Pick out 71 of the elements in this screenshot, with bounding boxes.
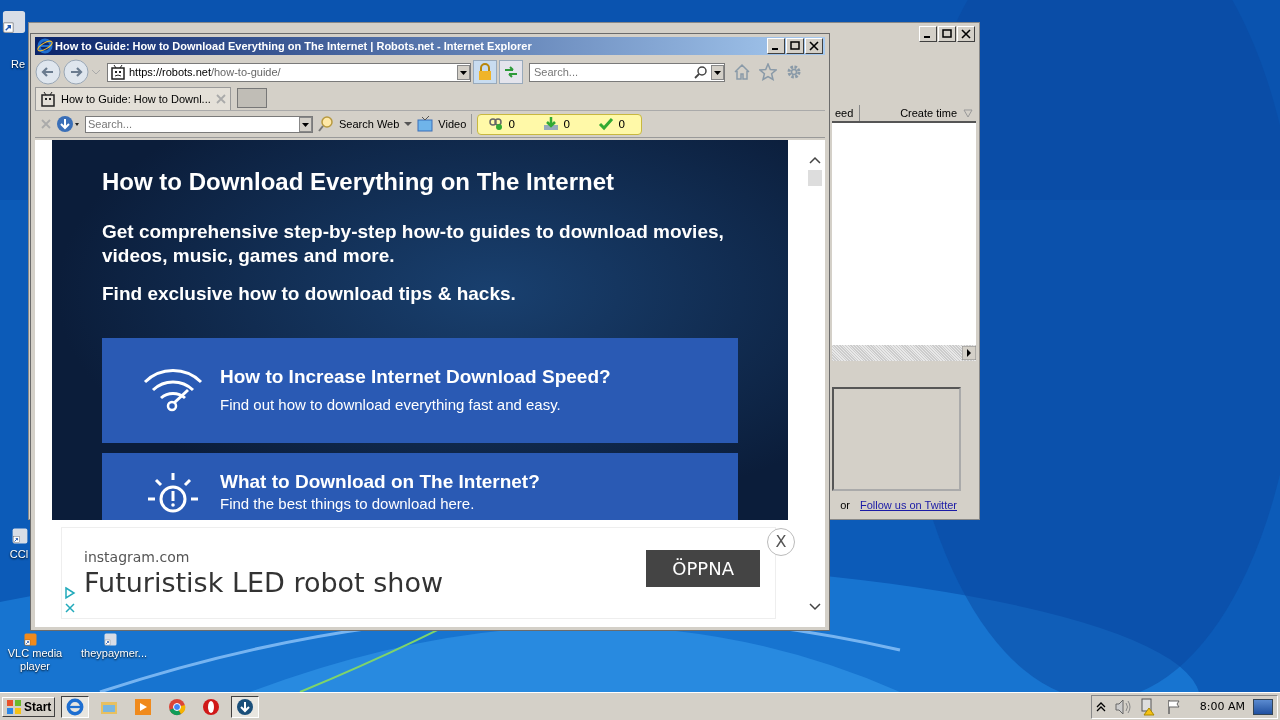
desktop-icon-label[interactable]: VLC media player [4,647,66,673]
ad-headline: Futuristisk LED robot show [84,566,444,598]
browser-logo-icon [37,38,53,54]
column-header[interactable]: Create time [900,107,957,119]
twitter-link[interactable]: Follow us on Twitter [860,499,957,511]
flag-icon[interactable] [1165,698,1182,715]
wifi-gauge-icon [142,366,204,412]
desktop-icon-label[interactable]: Re [8,58,28,71]
opera-icon [202,697,221,716]
ad-domain: instagram.com [84,548,191,565]
browser-icon [66,697,85,716]
counter: 0 [563,117,571,131]
guide-card[interactable]: How to Increase Internet Download Speed? Find out how to download everything fast and easy. [102,338,738,443]
maximize-icon[interactable] [786,38,804,54]
scroll-thumb[interactable] [808,170,822,186]
video-button[interactable]: Video [438,118,467,130]
scroll-up-icon[interactable] [809,156,821,164]
desktop-icon-label[interactable]: CCl [8,548,30,561]
scroll-right-icon[interactable] [962,346,976,360]
open-button[interactable]: ÖPPNA [646,549,760,587]
counter: 0 [508,117,516,131]
window-title: How to Guide: How to Download Everything on The Internet | Robots.net - Internet Explorer [55,40,533,52]
ad-banner[interactable]: instagram.com Futuristisk LED robot show ÖPPNA [61,527,776,619]
taskbar-app[interactable] [61,695,90,718]
counter: 0 [618,117,626,131]
guide-card[interactable]: What to Download on The Internet? Find the best things to download here. [102,453,738,520]
card-description: Find the best things to download here. [220,495,476,512]
forward-icon[interactable] [63,59,89,85]
desktop-icon-label[interactable]: theypaymer... [76,647,152,660]
dropdown-icon[interactable] [711,64,724,80]
check-icon [598,117,615,131]
refresh-icon[interactable] [499,60,523,84]
chrome-icon [168,697,187,716]
start-button[interactable]: Start [2,696,56,717]
card-description: Find out how to download everything fast and easy. [220,396,562,413]
minimize-icon[interactable] [767,38,785,54]
column-header[interactable]: eed [835,107,854,119]
download-icon[interactable] [56,115,80,133]
taskbar-app[interactable] [231,695,260,718]
tv-icon[interactable] [417,116,434,132]
start-logo-icon [6,698,22,715]
ad-info-icon[interactable] [64,586,76,614]
footer-text: or [840,499,850,511]
download-icon [236,697,255,716]
search-icon[interactable] [694,65,708,79]
link-icon [488,117,505,131]
volume-icon[interactable] [1113,698,1132,715]
minimize-icon[interactable] [919,26,937,42]
maximize-icon[interactable] [938,26,956,42]
robot-icon [40,90,56,107]
show-hidden-icon[interactable] [1095,700,1106,713]
robot-icon [110,64,126,80]
card-title[interactable]: What to Download on The Internet? [220,471,540,493]
download-icon [543,117,560,131]
page-heading: How to Download Everything on The Internet [102,168,615,196]
subtitle: Get comprehensive step-by-step how-to guides to download movies, videos, music, games and more. [102,220,725,268]
dropdown-icon[interactable] [299,116,312,132]
dropdown-icon[interactable] [457,64,470,80]
scroll-down-icon[interactable] [809,603,821,611]
network-warning-icon[interactable] [1139,697,1158,716]
new-tab-button[interactable] [236,88,267,108]
ad-close-button[interactable]: X [767,528,795,556]
scrollbar[interactable] [832,345,976,361]
media-player-icon [134,697,153,716]
show-desktop-button[interactable] [1253,698,1273,715]
caret-icon[interactable] [404,121,413,127]
search-web-button[interactable]: Search Web [339,118,400,130]
back-icon[interactable] [35,59,61,85]
clock[interactable]: 8:00 AM [1199,700,1245,713]
tagline: Find exclusive how to download tips & hacks. [102,283,517,305]
card-title[interactable]: How to Increase Internet Download Speed? [220,366,611,388]
